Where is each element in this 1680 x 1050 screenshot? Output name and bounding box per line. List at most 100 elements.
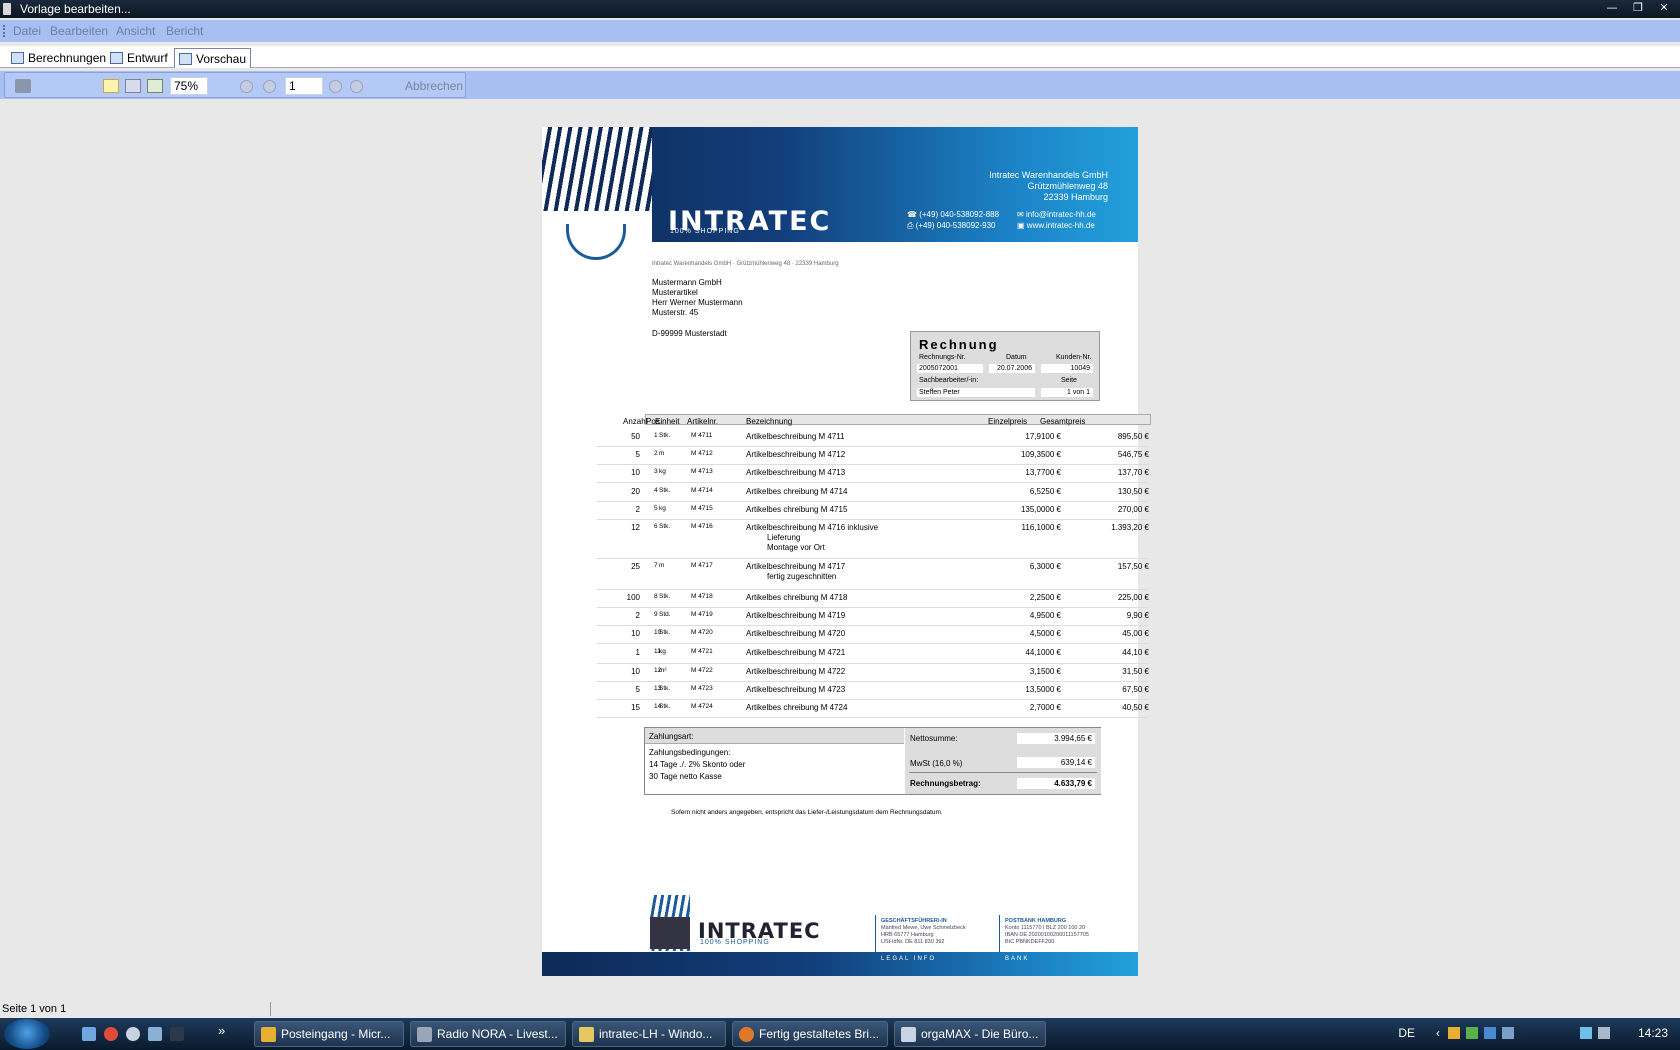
single-page-icon[interactable] xyxy=(103,79,119,93)
recipient-city: D-99999 Musterstadt xyxy=(652,329,727,338)
first-page-icon[interactable] xyxy=(240,80,253,93)
radio-icon xyxy=(417,1027,432,1042)
volume-icon[interactable] xyxy=(1598,1027,1610,1039)
row-article: M 4711 xyxy=(691,432,713,439)
row-unit: m² xyxy=(659,667,667,674)
row-article: M 4723 xyxy=(691,685,713,692)
table-row: 20 4 Stk. M 4714 Artikelbes chreibung M 4714… xyxy=(597,484,1149,502)
page-setup-icon[interactable] xyxy=(147,79,163,93)
tab-vorschau[interactable]: Vorschau xyxy=(174,48,252,68)
footer-slogan: 100% SHOPPING xyxy=(700,939,770,946)
previous-page-icon[interactable] xyxy=(263,80,276,93)
invoice-page: INTRATEC 100% SHOPPING Intratec Warenhan… xyxy=(542,127,1151,976)
contact-mail-web: ✉ info@intratec-hh.de ▣ www.intratec-hh.… xyxy=(1017,210,1096,230)
tab-entwurf[interactable]: Entwurf xyxy=(106,48,172,68)
row-pos: 3 xyxy=(654,468,658,475)
close-button[interactable]: ✕ xyxy=(1652,0,1676,15)
clerk-name: Steffen Peter xyxy=(917,388,1035,397)
app-quicklaunch-icon[interactable] xyxy=(170,1027,184,1041)
row-article: M 4724 xyxy=(691,703,713,710)
window-title-bar: Vorlage bearbeiten... — ❐ ✕ xyxy=(0,0,1680,18)
mail-app-icon[interactable] xyxy=(126,1027,140,1041)
table-row: 25 7 m M 4717 Artikelbeschreibung M 4717 fert… xyxy=(597,559,1149,590)
show-desktop-icon[interactable] xyxy=(82,1027,96,1041)
row-price: 116,1000 € xyxy=(1021,523,1061,532)
row-qty: 10 xyxy=(631,667,640,676)
tab-label: Entwurf xyxy=(127,51,168,65)
row-pos: 9 xyxy=(654,611,658,618)
sender-line: Intratec Warenhandels GmbH · Grützmühlen… xyxy=(652,261,839,267)
row-price: 3,1500 € xyxy=(1029,667,1061,676)
task-orgamax[interactable]: orgaMAX - Die Büro... xyxy=(894,1021,1046,1047)
table-row: 10 10 Stk. M 4720 Artikelbeschreibung M 4720… xyxy=(597,626,1149,644)
menu-ansicht[interactable]: Ansicht xyxy=(116,24,155,38)
row-total: 137,70 € xyxy=(1117,468,1149,477)
vat-total: 639,14 € xyxy=(1017,757,1095,768)
status-page-text: Seite 1 von 1 xyxy=(2,1003,67,1015)
tab-berechnungen[interactable]: Berechnungen xyxy=(7,48,110,68)
language-indicator[interactable]: DE xyxy=(1398,1026,1415,1040)
invoice-title: Rechnung xyxy=(919,337,999,352)
row-qty: 12 xyxy=(631,523,640,532)
row-pos: 2 xyxy=(654,450,658,457)
row-desc: Artikelbes chreibung M 4715 xyxy=(746,505,848,514)
row-unit: Stk. xyxy=(659,523,671,530)
start-button[interactable] xyxy=(4,1019,50,1049)
tray-update-icon[interactable] xyxy=(1502,1027,1514,1039)
row-total: 31,50 € xyxy=(1122,667,1149,676)
quicklaunch-more[interactable]: » xyxy=(218,1023,225,1038)
row-total: 895,50 € xyxy=(1117,432,1149,441)
row-desc: Artikelbeschreibung M 4722 xyxy=(746,667,846,676)
next-page-icon[interactable] xyxy=(329,80,342,93)
tray-app-icon[interactable] xyxy=(1448,1027,1460,1039)
logo-slogan: 100% SHOPPING xyxy=(670,228,740,235)
recipient-address: Mustermann GmbH Musterartikel Herr Werne… xyxy=(652,278,743,317)
menu-datei[interactable]: Datei xyxy=(13,24,41,38)
page-number-field[interactable]: 1 xyxy=(285,77,323,95)
task-radio[interactable]: Radio NORA - Livest... xyxy=(410,1021,566,1047)
col-qty: Anzahl xyxy=(623,417,648,426)
app-icon[interactable] xyxy=(3,3,11,15)
minimize-button[interactable]: — xyxy=(1600,0,1624,15)
row-qty: 20 xyxy=(631,487,640,496)
table-row: 10 12 m² M 4722 Artikelbeschreibung M 4722 3,… xyxy=(597,664,1149,682)
bag-graphic xyxy=(542,127,652,211)
row-unit: Stk. xyxy=(659,432,671,439)
row-price: 4,9500 € xyxy=(1029,611,1061,620)
row-pos: 8 xyxy=(654,593,658,600)
customer-number: 10049 xyxy=(1041,364,1093,373)
pencil-icon xyxy=(110,52,123,64)
cancel-button[interactable]: Abbrechen xyxy=(405,79,463,93)
restore-button[interactable]: ❐ xyxy=(1626,0,1650,15)
phone-icon: ☎ xyxy=(907,210,917,219)
row-pos: 7 xyxy=(654,562,658,569)
messenger-icon[interactable] xyxy=(148,1027,162,1041)
task-explorer[interactable]: intratec-LH - Windo... xyxy=(572,1021,726,1047)
task-outlook[interactable]: Posteingang - Micr... xyxy=(254,1021,404,1047)
clock[interactable]: 14:23 xyxy=(1638,1026,1668,1040)
contact-phone-fax: ☎ (+49) 040-538092-888 ⎙ (+49) 040-53809… xyxy=(907,210,1000,230)
row-price: 135,0000 € xyxy=(1020,505,1061,514)
chrome-icon[interactable] xyxy=(104,1027,118,1041)
tray-network-icon[interactable] xyxy=(1484,1027,1496,1039)
print-icon[interactable] xyxy=(15,79,31,93)
table-row: 12 6 Stk. M 4716 Artikelbeschreibung M 4716 … xyxy=(597,520,1149,559)
row-qty: 1 xyxy=(635,648,640,657)
row-article: M 4713 xyxy=(691,468,713,475)
col-article: Artikelnr. xyxy=(687,417,719,426)
tray-security-icon[interactable] xyxy=(1466,1027,1478,1039)
row-qty: 5 xyxy=(635,450,640,459)
last-page-icon[interactable] xyxy=(350,80,363,93)
task-firefox[interactable]: Fertig gestaltetes Bri... xyxy=(732,1021,888,1047)
outlook-icon xyxy=(261,1027,276,1042)
row-unit: Stk. xyxy=(659,685,671,692)
fax-icon: ⎙ xyxy=(907,221,914,230)
multi-page-icon[interactable] xyxy=(125,79,141,93)
menu-grip[interactable] xyxy=(3,25,5,37)
menu-bericht[interactable]: Bericht xyxy=(166,24,203,38)
tray-expand-icon[interactable]: ‹ xyxy=(1436,1026,1440,1040)
zoom-field[interactable]: 75% xyxy=(170,77,208,95)
menu-bearbeiten[interactable]: Bearbeiten xyxy=(50,24,108,38)
tray-connection-icon[interactable] xyxy=(1580,1027,1592,1039)
row-desc: Artikelbeschreibung M 4716 inklusive xyxy=(746,523,879,532)
